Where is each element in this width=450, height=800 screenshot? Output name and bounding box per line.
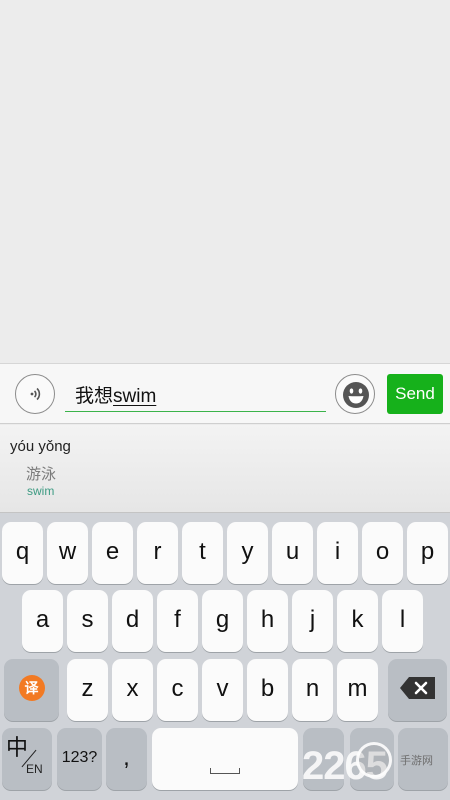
key-t[interactable]: t <box>182 522 223 584</box>
numbers-key[interactable]: 123? <box>57 728 102 790</box>
delete-key[interactable] <box>388 659 447 721</box>
key-u[interactable]: u <box>272 522 313 584</box>
pinyin-reading: yóu yǒng <box>10 438 71 455</box>
key-c[interactable]: c <box>157 659 198 721</box>
lang-switch-label: 中 EN <box>2 728 50 790</box>
input-bar: 我想swim Send <box>0 363 450 424</box>
key-r[interactable]: r <box>137 522 178 584</box>
send-button[interactable]: Send <box>387 374 443 414</box>
lang-switch-key[interactable]: 中 EN <box>2 728 52 790</box>
enter-key[interactable] <box>398 728 448 790</box>
key-h[interactable]: h <box>247 590 288 652</box>
key-m[interactable]: m <box>337 659 378 721</box>
key-l[interactable]: l <box>382 590 423 652</box>
key-w[interactable]: w <box>47 522 88 584</box>
emoji-button[interactable] <box>335 374 375 414</box>
message-input[interactable]: 我想swim <box>65 378 326 412</box>
key-i[interactable]: i <box>317 522 358 584</box>
backspace-icon <box>399 676 435 699</box>
key-g[interactable]: g <box>202 590 243 652</box>
key-v[interactable]: v <box>202 659 243 721</box>
candidate-bar: yóu yǒng 游泳 swim <box>0 425 450 512</box>
voice-input-button[interactable] <box>15 374 55 414</box>
key-j[interactable]: j <box>292 590 333 652</box>
key-e[interactable]: e <box>92 522 133 584</box>
keyboard: q w e r t y u i o p a s d f g h j k l 译 … <box>0 512 450 800</box>
key-q[interactable]: q <box>2 522 43 584</box>
candidate-hanzi[interactable]: 游泳 <box>26 463 56 484</box>
lang-zh: 中 <box>6 735 29 760</box>
key-b[interactable]: b <box>247 659 288 721</box>
space-key[interactable] <box>152 728 298 790</box>
key-a[interactable]: a <box>22 590 63 652</box>
key-o[interactable]: o <box>362 522 403 584</box>
key-x[interactable]: x <box>112 659 153 721</box>
candidate-english[interactable]: swim <box>27 484 54 498</box>
key-d[interactable]: d <box>112 590 153 652</box>
key-n[interactable]: n <box>292 659 333 721</box>
lang-en: EN <box>26 762 43 776</box>
period-key[interactable] <box>303 728 344 790</box>
comma-key[interactable]: , <box>106 728 147 790</box>
translate-icon: 译 <box>18 674 45 701</box>
key-y[interactable]: y <box>227 522 268 584</box>
space-icon <box>210 768 240 774</box>
key-p[interactable]: p <box>407 522 448 584</box>
chat-area <box>0 0 450 363</box>
key-f[interactable]: f <box>157 590 198 652</box>
key-z[interactable]: z <box>67 659 108 721</box>
typed-text: 我想 <box>75 386 114 407</box>
symbol-key[interactable] <box>350 728 394 790</box>
composing-text: swim <box>113 386 157 407</box>
message-input-value: 我想swim <box>75 381 156 408</box>
translate-key[interactable]: 译 <box>4 659 59 721</box>
key-k[interactable]: k <box>337 590 378 652</box>
voice-wave-icon <box>30 387 41 401</box>
smile-emoji-icon <box>343 382 369 408</box>
key-s[interactable]: s <box>67 590 108 652</box>
